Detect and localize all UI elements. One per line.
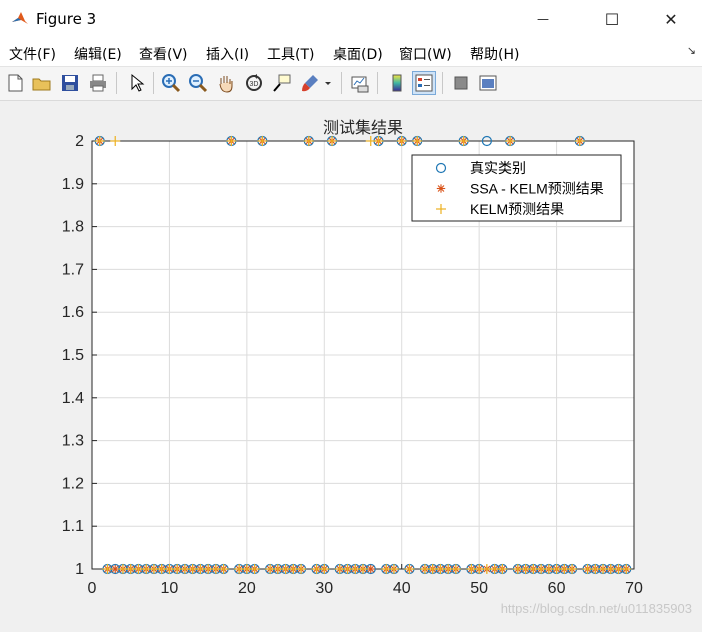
y-tick-label: 1.2: [62, 475, 84, 492]
x-tick-label: 50: [470, 580, 488, 597]
menu-view[interactable]: 查看(V): [139, 44, 188, 64]
link-plot-icon[interactable]: [349, 72, 371, 94]
menu-edit[interactable]: 编辑(E): [74, 44, 122, 64]
x-tick-label: 0: [88, 580, 97, 597]
y-tick-label: 1.8: [62, 219, 84, 236]
y-tick-label: 1.7: [62, 261, 84, 278]
y-tick-label: 1.6: [62, 304, 84, 321]
data-cursor-icon[interactable]: [271, 72, 293, 94]
figure-canvas: 0 10 20 30 40 50 60 70 1 1.1 1.2 1.3 1.4 1.5 1.6 1.7 1.8…: [0, 101, 702, 628]
legend-icon[interactable]: [412, 71, 436, 95]
svg-text:3D: 3D: [250, 81, 259, 88]
watermark-text: https://blog.csdn.net/u011835903: [501, 601, 692, 616]
hide-plot-tools-icon[interactable]: [450, 72, 472, 94]
legend-label: 真实类别: [470, 160, 526, 176]
pan-hand-icon[interactable]: [215, 72, 237, 94]
y-tick-label: 2: [75, 133, 84, 150]
toolbar-separator: [153, 72, 154, 94]
legend-label: SSA - KELM预测结果: [470, 181, 604, 197]
toolbar-separator: [341, 72, 342, 94]
matlab-logo-icon: [10, 9, 30, 29]
open-icon[interactable]: [31, 72, 53, 94]
legend-label: KELM预测结果: [470, 201, 564, 217]
menu-desktop[interactable]: 桌面(D): [333, 44, 383, 64]
x-tick-label: 20: [238, 580, 256, 597]
y-tick-label: 1.4: [62, 390, 84, 407]
y-tick-label: 1.1: [62, 518, 84, 535]
zoom-in-icon[interactable]: [160, 72, 182, 94]
x-tick-label: 70: [625, 580, 643, 597]
toolbar-separator: [442, 72, 443, 94]
title-bar: Figure 3 — ☐ ✕: [0, 0, 702, 38]
new-figure-icon[interactable]: [4, 72, 26, 94]
maximize-button[interactable]: ☐: [589, 0, 635, 38]
x-tick-label: 30: [315, 580, 333, 597]
close-icon: ✕: [664, 9, 678, 29]
minimize-icon: —: [537, 12, 549, 26]
x-tick-label: 10: [161, 580, 179, 597]
menu-file[interactable]: 文件(F): [9, 44, 56, 64]
toolbar-separator: [377, 72, 378, 94]
legend-marker: [436, 184, 446, 193]
brush-dropdown-icon[interactable]: [322, 72, 334, 94]
brush-icon[interactable]: [299, 72, 321, 94]
y-tick-label: 1: [75, 561, 84, 578]
window-title: Figure 3: [36, 10, 97, 28]
colorbar-icon[interactable]: [386, 72, 408, 94]
print-icon[interactable]: [87, 72, 109, 94]
close-button[interactable]: ✕: [648, 0, 694, 38]
menu-tools[interactable]: 工具(T): [267, 44, 314, 64]
minimize-button[interactable]: —: [520, 0, 566, 38]
menu-bar: 文件(F) 编辑(E) 查看(V) 插入(I) 工具(T) 桌面(D) 窗口(W…: [0, 38, 702, 67]
rotate-3d-icon[interactable]: 3D: [243, 72, 265, 94]
menu-help[interactable]: 帮助(H): [470, 44, 519, 64]
scatter-chart[interactable]: 0 10 20 30 40 50 60 70 1 1.1 1.2 1.3 1.4 1.5 1.6 1.7 1.8…: [0, 101, 702, 628]
figure-toolbar: 3D: [0, 67, 702, 101]
y-tick-label: 1.9: [62, 176, 84, 193]
menu-window[interactable]: 窗口(W): [399, 44, 452, 64]
x-tick-label: 60: [548, 580, 566, 597]
maximize-icon: ☐: [604, 9, 620, 29]
show-plot-tools-icon[interactable]: [477, 72, 499, 94]
y-tick-label: 1.5: [62, 347, 84, 364]
chart-title: 测试集结果: [323, 119, 403, 137]
zoom-out-icon[interactable]: [187, 72, 209, 94]
save-icon[interactable]: [59, 72, 81, 94]
y-tick-label: 1.3: [62, 433, 84, 450]
x-tick-label: 40: [393, 580, 411, 597]
dock-arrow-icon[interactable]: ↘: [687, 44, 696, 57]
pointer-icon[interactable]: [125, 72, 147, 94]
menu-insert[interactable]: 插入(I): [206, 44, 249, 64]
toolbar-separator: [116, 72, 117, 94]
legend[interactable]: 真实类别 SSA - KELM预测结果 KELM预测结果: [411, 154, 622, 222]
